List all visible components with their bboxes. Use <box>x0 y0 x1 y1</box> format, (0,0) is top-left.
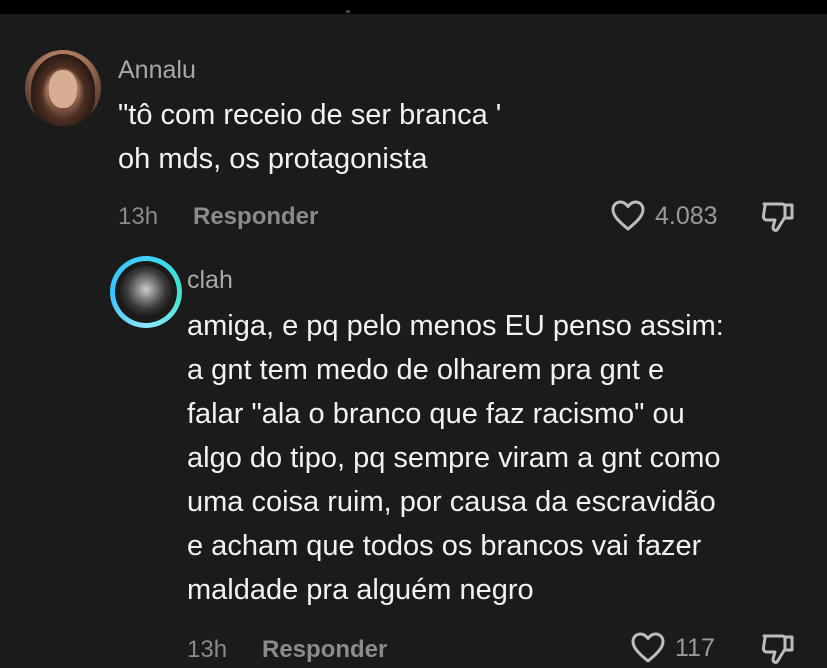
like-button[interactable]: 117 <box>631 632 715 664</box>
thumbs-down-icon <box>760 630 796 666</box>
reply-button[interactable]: Responder <box>262 636 387 664</box>
comment-body: amiga, e pq pelo menos EU penso assim: a… <box>187 304 724 612</box>
avatar-face <box>49 70 77 108</box>
dislike-button[interactable] <box>760 630 796 666</box>
comment-username[interactable]: clah <box>187 266 233 295</box>
like-button[interactable]: 4.083 <box>611 200 718 232</box>
comment-username[interactable]: Annalu <box>118 56 196 85</box>
comment-line: maldade pra alguém negro <box>187 574 534 606</box>
comment-body: "tô com receio de ser branca ' oh mds, o… <box>118 93 501 181</box>
avatar[interactable] <box>25 50 101 126</box>
like-count: 117 <box>675 633 715 662</box>
thumbs-down-icon <box>760 198 796 234</box>
notch-indicator <box>346 10 350 13</box>
comment-line: a gnt tem medo de olharem pra gnt e <box>187 354 665 386</box>
comment-line: uma coisa ruim, por causa da escravidão <box>187 486 716 518</box>
heart-outline-icon <box>631 632 665 664</box>
status-bar <box>0 0 827 14</box>
avatar <box>120 266 172 318</box>
comment-line: algo do tipo, pq sempre viram a gnt como <box>187 442 721 474</box>
heart-outline-icon <box>611 200 645 232</box>
reply-button[interactable]: Responder <box>193 203 318 231</box>
comment-line: "tô com receio de ser branca ' <box>118 99 502 131</box>
comment-line: e acham que todos os brancos vai fazer <box>187 530 702 562</box>
comment-timestamp: 13h <box>187 636 228 663</box>
comment-line: amiga, e pq pelo menos EU penso assim: <box>187 310 724 342</box>
dislike-button[interactable] <box>760 198 796 234</box>
like-count: 4.083 <box>655 201 718 230</box>
comment-line: oh mds, os protagonista <box>118 143 428 175</box>
comment-line: falar "ala o branco que faz racismo" ou <box>187 398 685 430</box>
comment-timestamp: 13h <box>118 203 159 230</box>
avatar-story-ring[interactable] <box>110 256 182 328</box>
